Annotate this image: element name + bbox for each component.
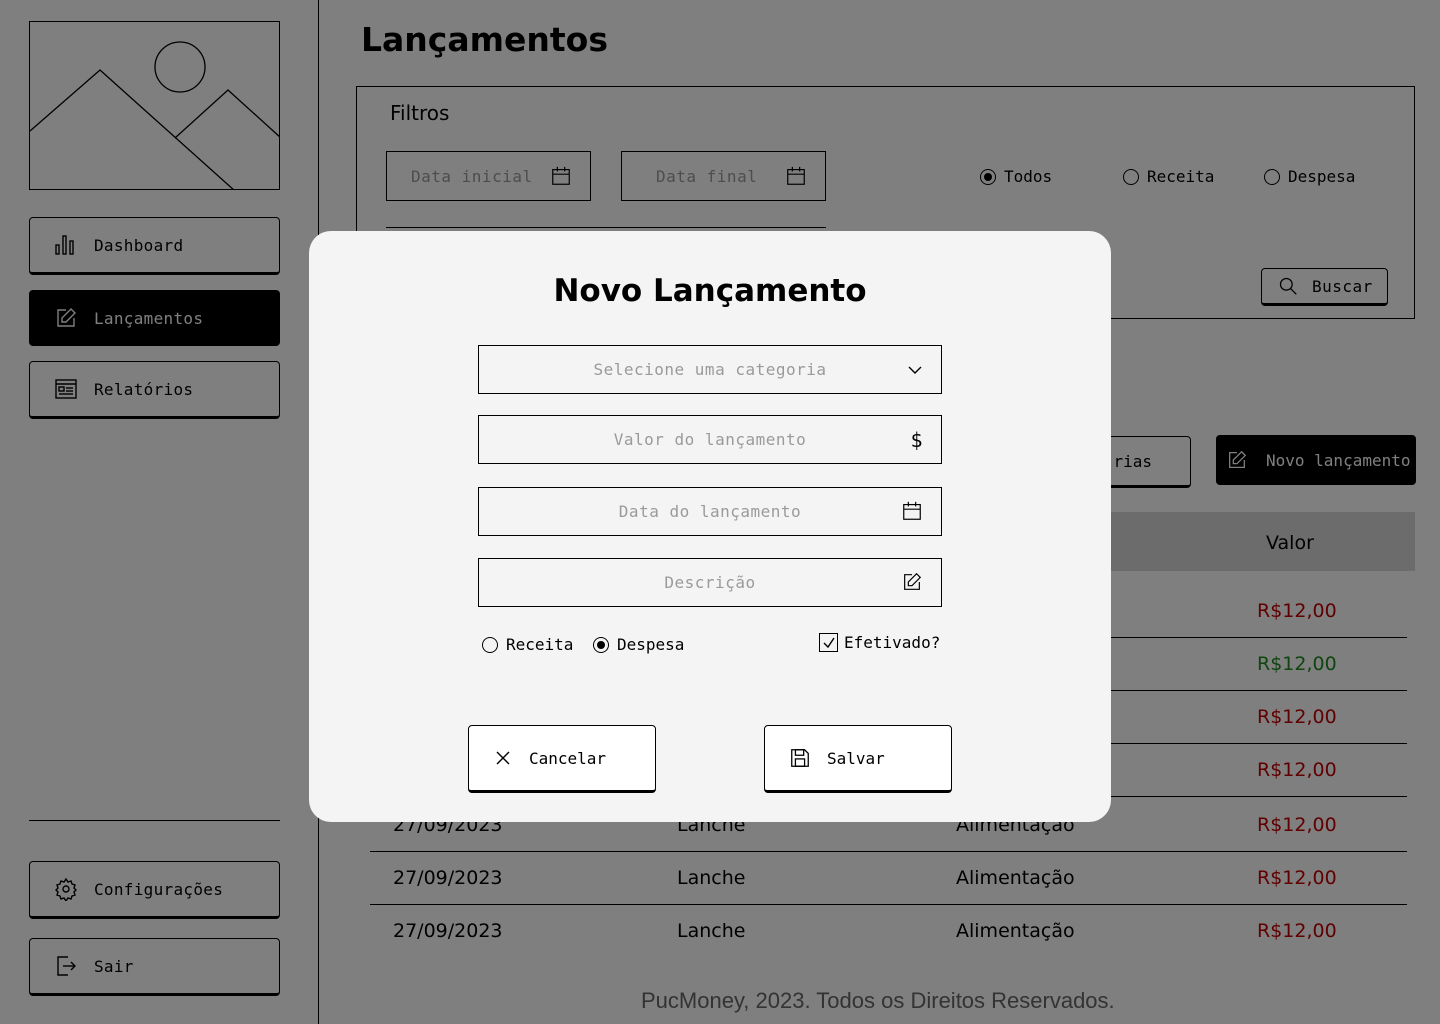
date-placeholder: Data do lançamento — [618, 502, 802, 521]
radio-label: Receita — [506, 635, 574, 654]
category-select[interactable]: Selecione uma categoria — [478, 345, 942, 394]
close-icon — [493, 748, 513, 768]
modal-title: Novo Lançamento — [553, 273, 867, 309]
calendar-icon[interactable] — [901, 500, 923, 522]
description-input[interactable]: Descrição — [478, 558, 942, 607]
save-icon — [789, 747, 811, 769]
date-input[interactable]: Data do lançamento — [478, 487, 942, 536]
description-placeholder: Descrição — [664, 573, 756, 592]
value-placeholder: Valor do lançamento — [613, 430, 807, 449]
effected-checkbox[interactable]: Efetivado? — [819, 633, 940, 652]
radio-selected-icon[interactable] — [593, 636, 609, 653]
radio-label: Despesa — [617, 635, 685, 654]
modal-radio-receita[interactable]: Receita — [482, 635, 573, 654]
edit-icon — [901, 571, 923, 593]
cancel-button[interactable]: Cancelar — [468, 725, 656, 793]
radio-icon[interactable] — [482, 636, 498, 653]
chevron-down-icon[interactable] — [907, 362, 923, 378]
dollar-icon: $ — [910, 428, 923, 452]
checkbox-checked-icon[interactable] — [819, 633, 838, 652]
modal-radio-despesa[interactable]: Despesa — [593, 635, 684, 654]
cancel-button-label: Cancelar — [529, 748, 607, 768]
save-button-label: Salvar — [827, 748, 885, 768]
save-button[interactable]: Salvar — [764, 725, 952, 793]
category-placeholder: Selecione uma categoria — [593, 360, 827, 379]
new-entry-modal: Novo Lançamento Selecione uma categoria … — [309, 231, 1111, 822]
effected-label: Efetivado? — [844, 633, 941, 652]
value-input[interactable]: Valor do lançamento $ — [478, 415, 942, 464]
